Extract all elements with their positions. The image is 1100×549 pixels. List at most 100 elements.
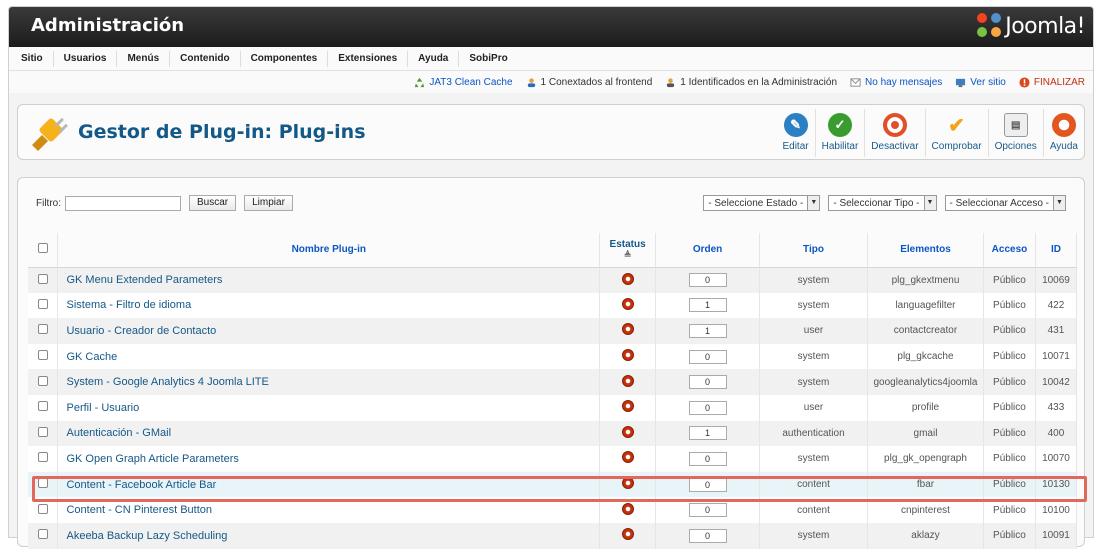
- plugin-name-link[interactable]: GK Open Graph Article Parameters: [57, 446, 601, 472]
- row-checkbox[interactable]: [37, 298, 48, 309]
- state-select[interactable]: - Seleccione Estado - ▼: [703, 195, 821, 211]
- plugin-name-link[interactable]: GK Cache: [57, 343, 601, 370]
- menu-item-1[interactable]: Usuarios: [54, 50, 118, 67]
- disabled-status-icon[interactable]: [621, 425, 634, 438]
- disable-icon: [882, 113, 907, 137]
- filter-input[interactable]: [65, 195, 181, 211]
- order-input[interactable]: 1: [688, 426, 727, 441]
- admin-title: Administración: [31, 15, 185, 36]
- row-checkbox[interactable]: [37, 503, 48, 514]
- plugin-icon: [32, 117, 68, 151]
- type-cell: system: [759, 522, 868, 549]
- row-select-cell: [28, 369, 59, 395]
- help-button[interactable]: Ayuda: [1042, 109, 1084, 157]
- order-input[interactable]: 0: [688, 273, 727, 288]
- plugin-name-link[interactable]: Akeeba Backup Lazy Scheduling: [57, 522, 601, 549]
- order-cell: 0: [655, 267, 761, 293]
- logout-link[interactable]: FINALIZAR: [1019, 77, 1085, 88]
- element-cell: gmail: [867, 420, 984, 447]
- row-select-cell: [28, 420, 59, 447]
- id-cell: 10069: [1035, 267, 1078, 293]
- type-cell: user: [759, 394, 868, 421]
- disable-button[interactable]: Desactivar: [864, 109, 924, 157]
- edit-button[interactable]: ✎ Editar: [776, 109, 814, 157]
- status-header[interactable]: Estatus ≜: [599, 233, 657, 268]
- search-button[interactable]: Buscar: [189, 195, 237, 211]
- plugin-name-link[interactable]: GK Menu Extended Parameters: [57, 267, 601, 293]
- clear-button[interactable]: Limpiar: [244, 195, 293, 211]
- menu-item-4[interactable]: Componentes: [241, 50, 329, 67]
- disabled-status-icon[interactable]: [621, 528, 634, 541]
- status-cell: [599, 343, 657, 370]
- options-label: Opciones: [994, 141, 1037, 152]
- order-input[interactable]: 1: [688, 323, 727, 338]
- type-select[interactable]: - Seleccionar Tipo - ▼: [828, 195, 937, 211]
- row-checkbox[interactable]: [37, 273, 48, 284]
- pencil-icon: ✎: [783, 113, 808, 137]
- order-cell: 1: [655, 420, 761, 447]
- menu-item-6[interactable]: Ayuda: [408, 50, 460, 67]
- row-checkbox[interactable]: [37, 375, 48, 386]
- logout-label: FINALIZAR: [1033, 76, 1085, 88]
- status-cell: [599, 369, 657, 395]
- order-input[interactable]: 0: [688, 400, 727, 415]
- order-header[interactable]: Orden: [655, 233, 761, 268]
- plugin-name-link[interactable]: Content - Facebook Article Bar: [57, 471, 601, 498]
- access-select[interactable]: - Seleccionar Acceso - ▼: [944, 195, 1066, 211]
- access-cell: Público: [983, 292, 1036, 319]
- order-input[interactable]: 0: [688, 477, 727, 492]
- messages-link[interactable]: No hay mensajes: [850, 77, 942, 88]
- disabled-status-icon[interactable]: [621, 297, 634, 310]
- menu-item-3[interactable]: Contenido: [170, 50, 241, 67]
- status-cell: [599, 292, 657, 319]
- element-cell: plg_gkextmenu: [867, 267, 984, 293]
- type-header[interactable]: Tipo: [759, 233, 868, 268]
- menu-item-7[interactable]: SobiPro: [459, 51, 517, 67]
- disabled-status-icon[interactable]: [621, 451, 634, 464]
- plugin-name-link[interactable]: System - Google Analytics 4 Joomla LITE: [57, 369, 601, 395]
- select-all-checkbox[interactable]: [37, 243, 48, 254]
- disabled-status-icon[interactable]: [621, 272, 634, 285]
- row-checkbox[interactable]: [37, 324, 48, 335]
- cache-link[interactable]: JAT3 Clean Cache: [414, 77, 513, 88]
- order-input[interactable]: 0: [688, 451, 727, 466]
- elements-header[interactable]: Elementos: [867, 233, 984, 268]
- access-header[interactable]: Acceso: [983, 233, 1036, 268]
- table-row: Content - Facebook Article Bar 0 content fb…: [28, 471, 1078, 498]
- name-header[interactable]: Nombre Plug-in: [57, 233, 601, 268]
- id-cell: 10091: [1035, 522, 1078, 549]
- menu-item-0[interactable]: Sitio: [11, 50, 54, 67]
- check-in-button[interactable]: ✔ Comprobar: [924, 109, 988, 157]
- table-row: Content - CN Pinterest Button 0 content cnp…: [28, 497, 1078, 523]
- order-input[interactable]: 1: [688, 298, 727, 313]
- row-checkbox[interactable]: [37, 478, 48, 489]
- menu-item-5[interactable]: Extensiones: [328, 50, 409, 67]
- plugin-name-link[interactable]: Autenticación - GMail: [57, 420, 601, 447]
- order-input[interactable]: 0: [688, 349, 727, 364]
- view-site-link[interactable]: Ver sitio: [955, 77, 1006, 88]
- plugin-name-link[interactable]: Sistema - Filtro de idioma: [57, 292, 601, 319]
- disabled-status-icon[interactable]: [621, 374, 634, 387]
- menu-item-2[interactable]: Menús: [117, 50, 171, 67]
- order-input[interactable]: 0: [688, 503, 727, 518]
- order-input[interactable]: 0: [688, 528, 727, 543]
- disabled-status-icon[interactable]: [621, 477, 634, 490]
- order-input[interactable]: 0: [688, 375, 727, 390]
- plugin-name-link[interactable]: Usuario - Creador de Contacto: [57, 318, 601, 344]
- disabled-status-icon[interactable]: [621, 502, 634, 515]
- filter-selects: - Seleccione Estado - ▼ - Seleccionar Tip…: [703, 195, 1066, 211]
- row-checkbox[interactable]: [37, 401, 48, 412]
- options-button[interactable]: ▤ Opciones: [987, 109, 1043, 157]
- disabled-status-icon[interactable]: [621, 349, 634, 362]
- row-checkbox[interactable]: [37, 426, 48, 437]
- id-cell: 10130: [1035, 471, 1078, 498]
- row-select-cell: [28, 394, 59, 421]
- enable-button[interactable]: ✓ Habilitar: [814, 109, 865, 157]
- row-checkbox[interactable]: [37, 350, 48, 361]
- plugin-name-link[interactable]: Perfil - Usuario: [57, 394, 601, 421]
- disabled-status-icon[interactable]: [621, 323, 634, 336]
- plugin-name-link[interactable]: Content - CN Pinterest Button: [57, 497, 601, 523]
- row-checkbox[interactable]: [37, 452, 48, 463]
- id-header[interactable]: ID: [1035, 233, 1078, 268]
- disabled-status-icon[interactable]: [621, 400, 634, 413]
